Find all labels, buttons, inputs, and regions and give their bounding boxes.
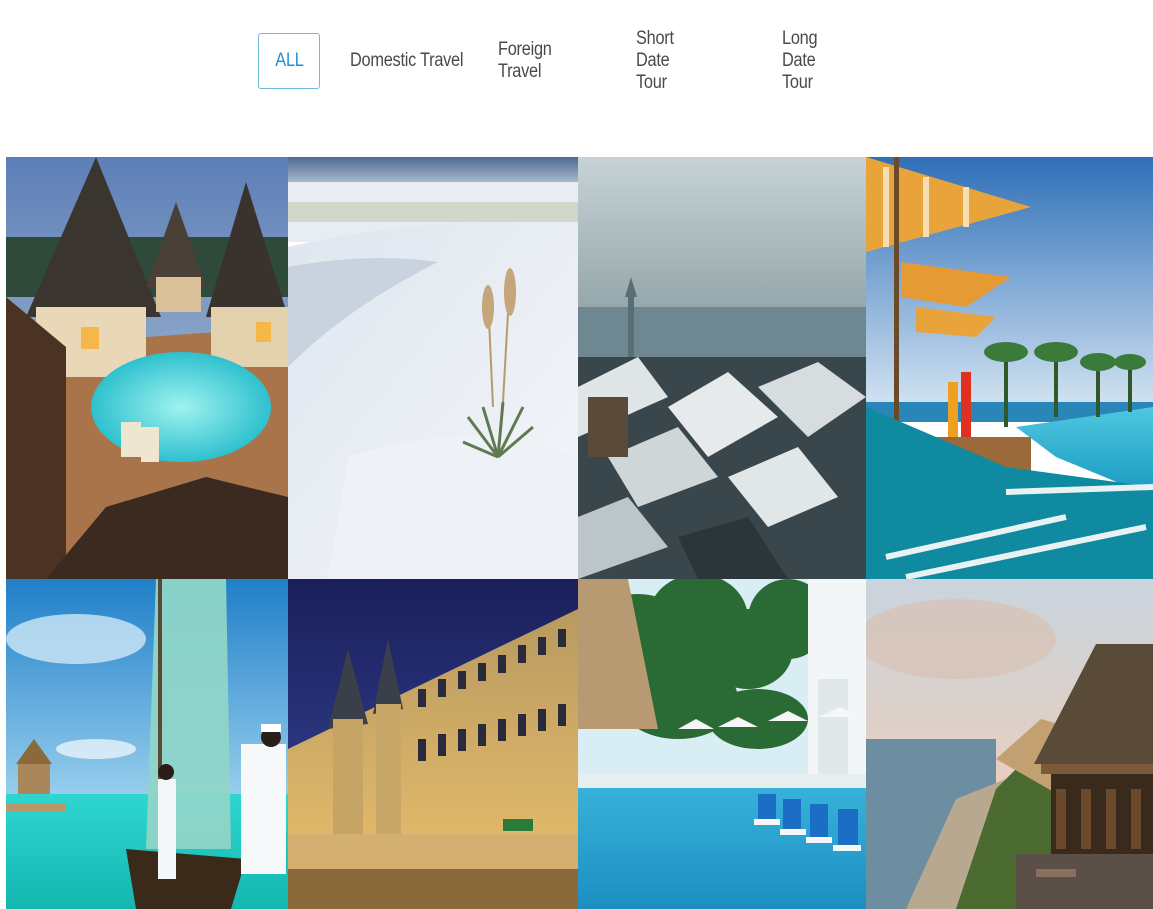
photo-gallery (6, 157, 1153, 909)
gallery-photo-dunes[interactable] (288, 157, 578, 579)
sailboat-image (6, 579, 288, 909)
rooftops-image (578, 157, 866, 579)
gallery-photo-rooftops[interactable] (578, 157, 866, 579)
filter-short-date-tour-button[interactable]: Short Date Tour (636, 28, 674, 93)
villas-image (6, 157, 288, 579)
filter-all-button[interactable]: ALL (258, 33, 320, 89)
dunes-image (288, 157, 578, 579)
filter-domestic-travel-label: Domestic Travel (350, 50, 464, 71)
filter-domestic-travel-button[interactable]: Domestic Travel (350, 33, 464, 89)
gallery-photo-sailboat[interactable] (6, 579, 288, 909)
filter-short-date-tour-label: Short Date Tour (636, 28, 674, 93)
filter-foreign-travel-button[interactable]: Foreign Travel (498, 33, 552, 89)
filter-foreign-travel-label: Foreign Travel (498, 39, 552, 82)
gallery-photo-umbrellas[interactable] (866, 157, 1153, 579)
resort-pool-image (578, 579, 866, 909)
filter-bar: ALL Domestic Travel Foreign Travel Short… (258, 28, 818, 93)
filter-all-label: ALL (274, 50, 304, 71)
umbrellas-image (866, 157, 1153, 579)
palace-image (288, 579, 578, 909)
clifftop-image (866, 579, 1153, 909)
gallery-photo-clifftop[interactable] (866, 579, 1153, 909)
gallery-photo-resort-pool[interactable] (578, 579, 866, 909)
gallery-photo-palace[interactable] (288, 579, 578, 909)
filter-long-date-tour-button[interactable]: Long Date Tour (782, 28, 818, 93)
gallery-photo-villas[interactable] (6, 157, 288, 579)
filter-long-date-tour-label: Long Date Tour (782, 28, 818, 93)
